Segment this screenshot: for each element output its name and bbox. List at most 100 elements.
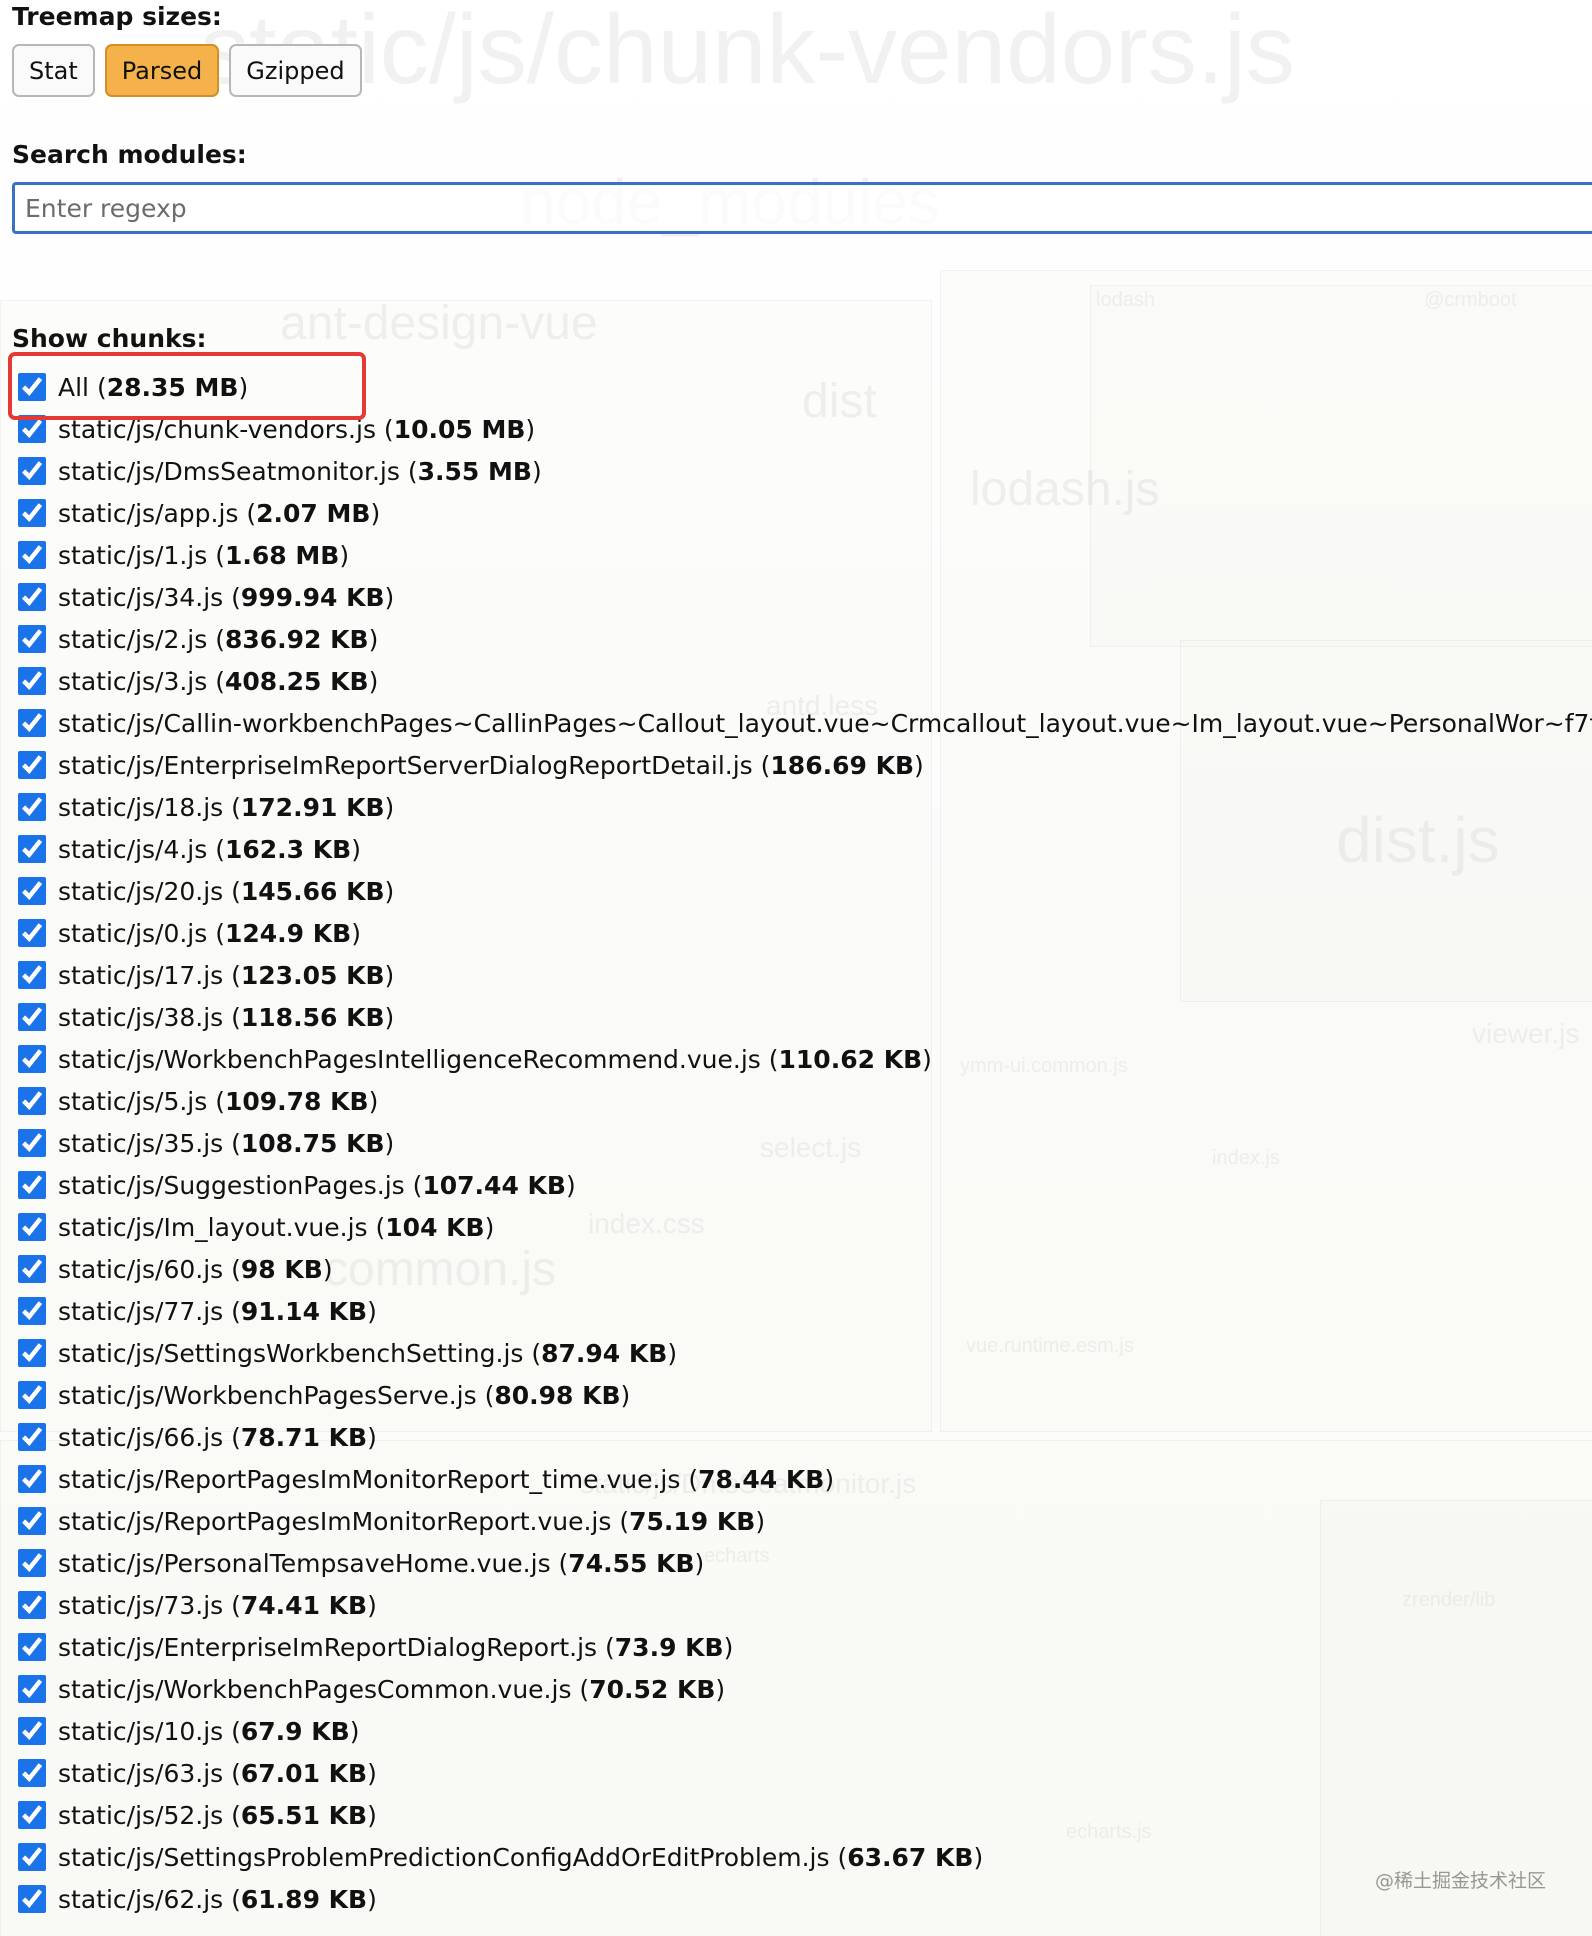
checkbox-checked-icon[interactable] bbox=[18, 1885, 46, 1913]
checkbox-checked-icon[interactable] bbox=[18, 1675, 46, 1703]
chunk-item[interactable]: static/js/chunk-vendors.js (10.05 MB) bbox=[18, 408, 1592, 450]
chunk-item[interactable]: static/js/10.js (67.9 KB) bbox=[18, 1710, 1592, 1752]
chunk-item[interactable]: static/js/35.js (108.75 KB) bbox=[18, 1122, 1592, 1164]
checkbox-checked-icon[interactable] bbox=[18, 961, 46, 989]
checkbox-checked-icon[interactable] bbox=[18, 1843, 46, 1871]
checkbox-checked-icon[interactable] bbox=[18, 793, 46, 821]
chunk-item[interactable]: static/js/20.js (145.66 KB) bbox=[18, 870, 1592, 912]
checkbox-checked-icon[interactable] bbox=[18, 667, 46, 695]
show-chunks-title: Show chunks: bbox=[12, 324, 207, 353]
chunk-size-close-paren: ) bbox=[351, 918, 361, 948]
chunk-name: static/js/20.js bbox=[58, 876, 224, 906]
checkbox-checked-icon[interactable] bbox=[18, 1507, 46, 1535]
checkbox-checked-icon[interactable] bbox=[18, 541, 46, 569]
chunk-item[interactable]: static/js/Callin-workbenchPages~CallinPa… bbox=[18, 702, 1592, 744]
chunk-item[interactable]: static/js/77.js (91.14 KB) bbox=[18, 1290, 1592, 1332]
checkbox-checked-icon[interactable] bbox=[18, 1129, 46, 1157]
checkbox-checked-icon[interactable] bbox=[18, 457, 46, 485]
chunk-name: static/js/3.js bbox=[58, 666, 208, 696]
chunk-item[interactable]: static/js/5.js (109.78 KB) bbox=[18, 1080, 1592, 1122]
chunk-item[interactable]: static/js/18.js (172.91 KB) bbox=[18, 786, 1592, 828]
checkbox-checked-icon[interactable] bbox=[18, 625, 46, 653]
chunk-item[interactable]: static/js/ReportPagesImMonitorReport_tim… bbox=[18, 1458, 1592, 1500]
checkbox-checked-icon[interactable] bbox=[18, 919, 46, 947]
chunk-name: All bbox=[58, 372, 89, 402]
chunk-item[interactable]: static/js/SuggestionPages.js (107.44 KB) bbox=[18, 1164, 1592, 1206]
parsed-button[interactable]: Parsed bbox=[104, 44, 220, 97]
chunk-label: static/js/EnterpriseImReportDialogReport… bbox=[58, 1635, 733, 1660]
chunk-item[interactable]: static/js/66.js (78.71 KB) bbox=[18, 1416, 1592, 1458]
chunk-name: static/js/SuggestionPages.js bbox=[58, 1170, 405, 1200]
chunk-size-open-paren: ( bbox=[223, 1422, 241, 1452]
chunk-item[interactable]: static/js/17.js (123.05 KB) bbox=[18, 954, 1592, 996]
checkbox-checked-icon[interactable] bbox=[18, 583, 46, 611]
chunk-item[interactable]: static/js/EnterpriseImReportDialogReport… bbox=[18, 1626, 1592, 1668]
search-input[interactable] bbox=[12, 182, 1592, 234]
checkbox-checked-icon[interactable] bbox=[18, 1087, 46, 1115]
checkbox-checked-icon[interactable] bbox=[18, 1171, 46, 1199]
chunk-item[interactable]: static/js/DmsSeatmonitor.js (3.55 MB) bbox=[18, 450, 1592, 492]
checkbox-checked-icon[interactable] bbox=[18, 1423, 46, 1451]
chunk-size-close-paren: ) bbox=[368, 624, 379, 654]
chunk-size: 172.91 KB bbox=[240, 792, 385, 822]
chunk-item[interactable]: static/js/WorkbenchPagesIntelligenceReco… bbox=[18, 1038, 1592, 1080]
stat-button[interactable]: Stat bbox=[12, 44, 95, 97]
checkbox-checked-icon[interactable] bbox=[18, 835, 46, 863]
chunk-item-all[interactable]: All (28.35 MB) bbox=[18, 366, 1592, 408]
chunk-item[interactable]: static/js/2.js (836.92 KB) bbox=[18, 618, 1592, 660]
checkbox-checked-icon[interactable] bbox=[18, 1255, 46, 1283]
chunk-item[interactable]: static/js/3.js (408.25 KB) bbox=[18, 660, 1592, 702]
checkbox-checked-icon[interactable] bbox=[18, 1003, 46, 1031]
chunk-size-close-paren: ) bbox=[368, 1086, 379, 1116]
chunk-size-open-paren: ( bbox=[571, 1674, 590, 1704]
chunk-item[interactable]: static/js/SettingsProblemPredictionConfi… bbox=[18, 1836, 1592, 1878]
chunk-item[interactable]: static/js/Im_layout.vue.js (104 KB) bbox=[18, 1206, 1592, 1248]
checkbox-checked-icon[interactable] bbox=[18, 1759, 46, 1787]
chunk-item[interactable]: static/js/EnterpriseImReportServerDialog… bbox=[18, 744, 1592, 786]
chunk-size-close-paren: ) bbox=[367, 1296, 377, 1326]
chunk-size-open-paren: ( bbox=[207, 666, 225, 696]
chunk-item[interactable]: static/js/0.js (124.9 KB) bbox=[18, 912, 1592, 954]
chunk-item[interactable]: static/js/52.js (65.51 KB) bbox=[18, 1794, 1592, 1836]
checkbox-checked-icon[interactable] bbox=[18, 1381, 46, 1409]
chunk-item[interactable]: static/js/38.js (118.56 KB) bbox=[18, 996, 1592, 1038]
checkbox-checked-icon[interactable] bbox=[18, 709, 46, 737]
chunk-size: 1.68 MB bbox=[224, 540, 340, 570]
checkbox-checked-icon[interactable] bbox=[18, 499, 46, 527]
checkbox-checked-icon[interactable] bbox=[18, 1465, 46, 1493]
chunk-size: 78.71 KB bbox=[240, 1422, 368, 1452]
chunk-item[interactable]: static/js/WorkbenchPagesServe.js (80.98 … bbox=[18, 1374, 1592, 1416]
chunk-label: static/js/WorkbenchPagesCommon.vue.js (7… bbox=[58, 1677, 725, 1702]
checkbox-checked-icon[interactable] bbox=[18, 751, 46, 779]
chunk-item[interactable]: static/js/62.js (61.89 KB) bbox=[18, 1878, 1592, 1920]
chunk-item[interactable]: static/js/ReportPagesImMonitorReport.vue… bbox=[18, 1500, 1592, 1542]
chunk-item[interactable]: static/js/63.js (67.01 KB) bbox=[18, 1752, 1592, 1794]
chunk-item[interactable]: static/js/app.js (2.07 MB) bbox=[18, 492, 1592, 534]
chunk-size-close-paren: ) bbox=[484, 1212, 495, 1242]
chunk-item[interactable]: static/js/WorkbenchPagesCommon.vue.js (7… bbox=[18, 1668, 1592, 1710]
chunk-name: static/js/1.js bbox=[58, 540, 208, 570]
checkbox-checked-icon[interactable] bbox=[18, 373, 46, 401]
checkbox-checked-icon[interactable] bbox=[18, 415, 46, 443]
chunk-item[interactable]: static/js/34.js (999.94 KB) bbox=[18, 576, 1592, 618]
chunk-item[interactable]: static/js/PersonalTempsaveHome.vue.js (7… bbox=[18, 1542, 1592, 1584]
checkbox-checked-icon[interactable] bbox=[18, 1633, 46, 1661]
checkbox-checked-icon[interactable] bbox=[18, 1213, 46, 1241]
chunk-name: static/js/chunk-vendors.js bbox=[58, 414, 376, 444]
chunk-size: 104 KB bbox=[385, 1212, 485, 1242]
checkbox-checked-icon[interactable] bbox=[18, 1549, 46, 1577]
checkbox-checked-icon[interactable] bbox=[18, 1717, 46, 1745]
chunk-item[interactable]: static/js/4.js (162.3 KB) bbox=[18, 828, 1592, 870]
chunk-size-open-paren: ( bbox=[207, 540, 225, 570]
checkbox-checked-icon[interactable] bbox=[18, 1297, 46, 1325]
gzipped-button[interactable]: Gzipped bbox=[229, 44, 362, 97]
checkbox-checked-icon[interactable] bbox=[18, 1045, 46, 1073]
checkbox-checked-icon[interactable] bbox=[18, 877, 46, 905]
chunk-item[interactable]: static/js/SettingsWorkbenchSetting.js (8… bbox=[18, 1332, 1592, 1374]
chunk-item[interactable]: static/js/73.js (74.41 KB) bbox=[18, 1584, 1592, 1626]
checkbox-checked-icon[interactable] bbox=[18, 1801, 46, 1829]
chunk-item[interactable]: static/js/60.js (98 KB) bbox=[18, 1248, 1592, 1290]
chunk-item[interactable]: static/js/1.js (1.68 MB) bbox=[18, 534, 1592, 576]
checkbox-checked-icon[interactable] bbox=[18, 1591, 46, 1619]
checkbox-checked-icon[interactable] bbox=[18, 1339, 46, 1367]
